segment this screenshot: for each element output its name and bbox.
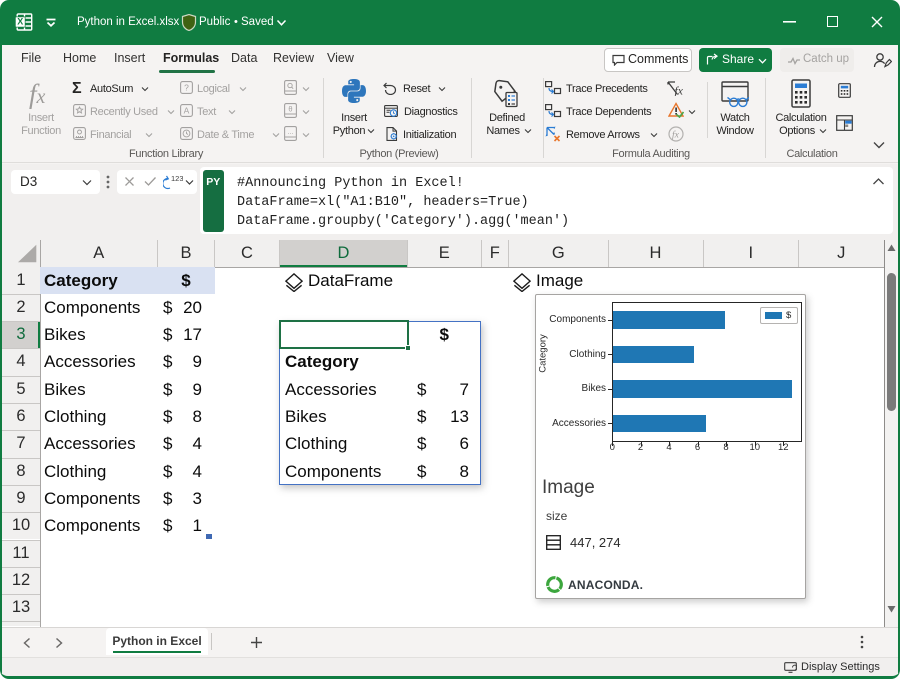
svg-text:A: A [184,105,190,115]
svg-text:θ: θ [288,105,292,114]
svg-text:fx: fx [672,130,680,141]
svg-text:X: X [17,17,23,27]
svg-text:fx: fx [675,86,684,97]
svg-text:?: ? [184,82,189,92]
svg-text:...: ... [288,129,294,136]
svg-text:123: 123 [171,174,183,183]
